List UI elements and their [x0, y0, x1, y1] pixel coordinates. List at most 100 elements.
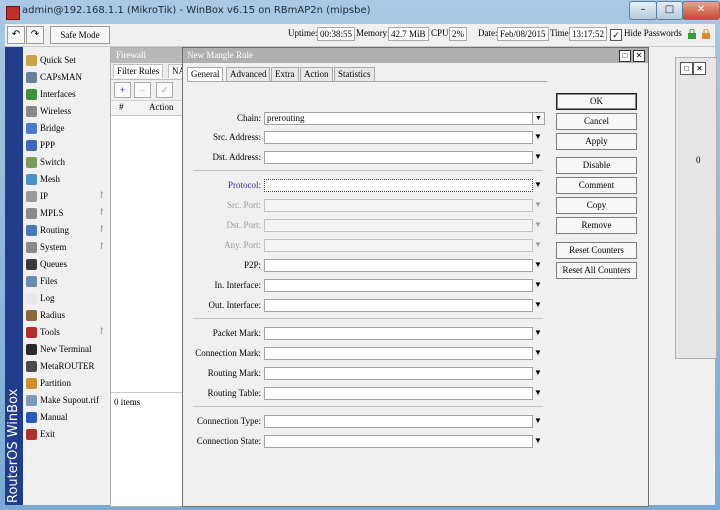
memory-value: 42.7 MiB [388, 27, 429, 41]
background-close-button[interactable]: ✕ [693, 62, 706, 75]
sidebar-item-quick-set[interactable]: Quick Set [23, 52, 110, 69]
tab-advanced[interactable]: Advanced [226, 67, 271, 81]
connection-state-arrow-icon[interactable]: ▼ [534, 436, 542, 446]
routing-mark-field[interactable] [264, 367, 533, 380]
src-address-arrow-icon[interactable]: ▼ [534, 132, 542, 142]
dst-port-field[interactable] [264, 219, 533, 232]
copy-button[interactable]: Copy [556, 197, 637, 214]
tab-statistics[interactable]: Statistics [334, 67, 375, 81]
sidebar-item-radius[interactable]: Radius [23, 307, 110, 324]
disable-button[interactable]: Disable [556, 157, 637, 174]
packet-mark-field[interactable] [264, 327, 533, 340]
protocol-label[interactable]: Protocol: [228, 180, 261, 190]
tab-filter-rules[interactable]: Filter Rules [113, 64, 164, 78]
dialog-close-button[interactable]: ✕ [633, 50, 645, 62]
submenu-arrow-icon: ↾ [97, 241, 105, 251]
reset-all-counters-button[interactable]: Reset All Counters [556, 262, 637, 279]
sidebar-item-label: CAPsMAN [40, 72, 83, 82]
background-maximize-button[interactable]: □ [680, 62, 693, 75]
packet-mark-arrow-icon[interactable]: ▼ [534, 328, 542, 338]
protocol-field[interactable] [264, 179, 533, 192]
chain-field[interactable]: prerouting [264, 112, 533, 125]
protocol-arrow-icon[interactable]: ▼ [534, 180, 542, 190]
sidebar-item-interfaces[interactable]: Interfaces [23, 86, 110, 103]
in-interface-arrow-icon[interactable]: ▼ [534, 280, 542, 290]
firewall-title[interactable]: Firewall [111, 48, 191, 63]
connection-mark-arrow-icon[interactable]: ▼ [534, 348, 542, 358]
tab-general[interactable]: General [187, 67, 224, 82]
remove-icon[interactable]: – [134, 82, 151, 98]
sidebar-item-switch[interactable]: Switch [23, 154, 110, 171]
tab-action[interactable]: Action [300, 67, 333, 81]
sidebar-item-tools[interactable]: Tools ↾ [23, 324, 110, 341]
sidebar-item-manual[interactable]: Manual [23, 409, 110, 426]
any-port-field[interactable] [264, 239, 533, 252]
sidebar-item-wireless[interactable]: Wireless [23, 103, 110, 120]
sidebar-item-exit[interactable]: Exit [23, 426, 110, 443]
src-port-field[interactable] [264, 199, 533, 212]
hide-passwords-checkbox[interactable]: ✓ [610, 29, 622, 41]
sidebar-item-bridge[interactable]: Bridge [23, 120, 110, 137]
connection-state-row: Connection State: ▼ [187, 435, 547, 449]
items-count: 0 items [114, 397, 141, 407]
sidebar-item-system[interactable]: System ↾ [23, 239, 110, 256]
sidebar-item-metarouter[interactable]: MetaROUTER [23, 358, 110, 375]
tab-extra[interactable]: Extra [271, 67, 299, 81]
sidebar-item-new-terminal[interactable]: New Terminal [23, 341, 110, 358]
sidebar-item-label: Routing [40, 225, 70, 235]
routing-mark-arrow-icon[interactable]: ▼ [534, 368, 542, 378]
switch-icon [26, 157, 37, 168]
sidebar-item-partition[interactable]: Partition [23, 375, 110, 392]
enable-icon[interactable]: ✓ [156, 82, 173, 98]
sidebar-item-mesh[interactable]: Mesh [23, 171, 110, 188]
dst-address-arrow-icon[interactable]: ▼ [534, 152, 542, 162]
dialog-title-bar[interactable]: New Mangle Rule □ ✕ [183, 48, 648, 63]
out-interface-label: Out. Interface: [208, 300, 261, 310]
src-address-field[interactable] [264, 131, 533, 144]
sidebar-item-mpls[interactable]: MPLS ↾ [23, 205, 110, 222]
in-interface-field[interactable] [264, 279, 533, 292]
routing-table-field[interactable] [264, 387, 533, 400]
sidebar-item-queues[interactable]: Queues [23, 256, 110, 273]
routing-table-arrow-icon[interactable]: ▼ [534, 388, 542, 398]
minimize-button[interactable]: – [629, 1, 657, 20]
dst-port-arrow-icon[interactable]: ▼ [534, 220, 542, 230]
col-action[interactable]: Action [149, 102, 174, 112]
connection-mark-field[interactable] [264, 347, 533, 360]
chain-dropdown-button[interactable]: ▼ [532, 112, 545, 125]
undo-button[interactable]: ↶ [7, 26, 25, 44]
safe-mode-button[interactable]: Safe Mode [50, 26, 110, 44]
col-number[interactable]: # [119, 102, 124, 112]
any-port-arrow-icon[interactable]: ▼ [534, 240, 542, 250]
remove-button[interactable]: Remove [556, 217, 637, 234]
connection-type-field[interactable] [264, 415, 533, 428]
dialog-maximize-button[interactable]: □ [619, 50, 631, 62]
comment-button[interactable]: Comment [556, 177, 637, 194]
sidebar-item-ppp[interactable]: PPP [23, 137, 110, 154]
sidebar-item-make-supout-rif[interactable]: Make Supout.rif [23, 392, 110, 409]
p2p-field[interactable] [264, 259, 533, 272]
dst-address-field[interactable] [264, 151, 533, 164]
connection-type-arrow-icon[interactable]: ▼ [534, 416, 542, 426]
sidebar-item-log[interactable]: Log [23, 290, 110, 307]
cancel-button[interactable]: Cancel [556, 113, 637, 130]
out-interface-field[interactable] [264, 299, 533, 312]
ok-button[interactable]: OK [556, 93, 637, 110]
title-bar[interactable]: admin@192.168.1.1 (MikroTik) - WinBox v6… [0, 0, 720, 24]
sidebar-item-capsman[interactable]: CAPsMAN [23, 69, 110, 86]
reset-counters-button[interactable]: Reset Counters [556, 242, 637, 259]
connection-state-field[interactable] [264, 435, 533, 448]
out-interface-arrow-icon[interactable]: ▼ [534, 300, 542, 310]
apply-button[interactable]: Apply [556, 133, 637, 150]
redo-button[interactable]: ↷ [26, 26, 44, 44]
sidebar-item-label: Quick Set [40, 55, 76, 65]
sidebar-item-files[interactable]: Files [23, 273, 110, 290]
close-button[interactable]: ✕ [682, 1, 720, 20]
src-port-arrow-icon[interactable]: ▼ [534, 200, 542, 210]
sidebar-item-ip[interactable]: IP ↾ [23, 188, 110, 205]
maximize-button[interactable]: □ [656, 1, 683, 20]
date-value: Feb/08/2015 [497, 27, 549, 41]
sidebar-item-routing[interactable]: Routing ↾ [23, 222, 110, 239]
add-icon[interactable]: + [114, 82, 131, 98]
p2p-arrow-icon[interactable]: ▼ [534, 260, 542, 270]
